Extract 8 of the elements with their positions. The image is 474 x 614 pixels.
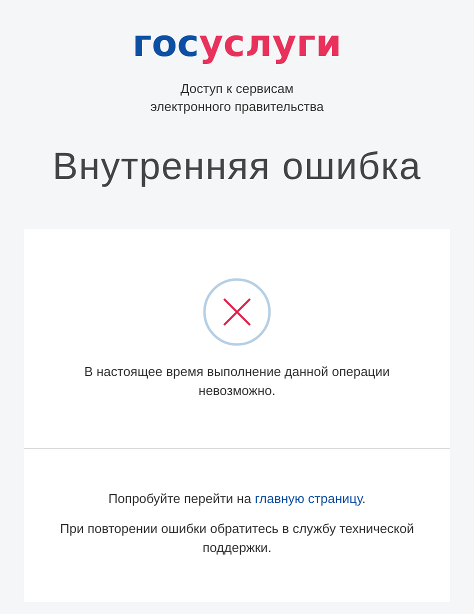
logo[interactable]: госуслуги [132, 24, 342, 64]
error-message: В настоящее время выполнение данной операции невозможно. [83, 363, 391, 400]
support-note: При повторении ошибки обратитесь в службу технической поддержки. [59, 520, 415, 557]
hint-text: Попробуйте перейти на главную страницу. [108, 490, 366, 508]
home-link[interactable]: главную страницу [254, 491, 362, 506]
page-title: Внутренняя ошибка [52, 145, 422, 189]
error-icon [203, 278, 271, 346]
tagline: Доступ к сервисам электронного правительства [150, 80, 324, 116]
